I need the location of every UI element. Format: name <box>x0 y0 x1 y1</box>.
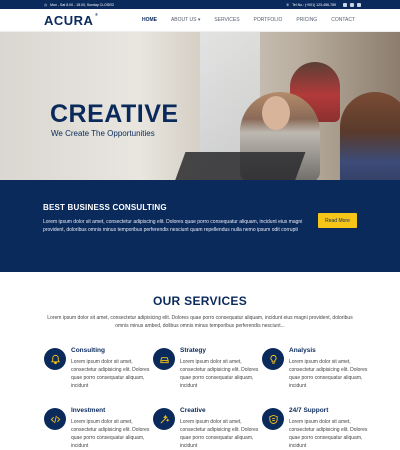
hero-photo-laptop <box>174 152 306 180</box>
nav-item-about-us[interactable]: ABOUT US ▾ <box>164 9 207 32</box>
lightbulb-icon <box>262 348 284 370</box>
logo-text: ACURA <box>44 12 94 28</box>
service-title: Investment <box>71 407 106 414</box>
code-icon <box>44 408 66 430</box>
service-text: Lorem ipsum dolor sit amet, consectetur … <box>289 419 368 449</box>
logo[interactable]: ACURA ® <box>44 12 98 28</box>
service-title: Strategy <box>180 347 207 354</box>
clock-icon: ◷ <box>44 2 48 7</box>
service-card-consulting[interactable]: Consulting Lorem ipsum dolor sit amet, c… <box>44 347 154 398</box>
hero-photo-face <box>262 96 290 130</box>
hero-photo-person-right <box>340 92 400 180</box>
service-card-investment[interactable]: Investment Lorem ipsum dolor sit amet, c… <box>44 407 154 450</box>
service-text: Lorem ipsum dolor sit amet, consectetur … <box>180 419 259 449</box>
read-more-button[interactable]: Read More <box>318 213 357 228</box>
service-title: 24/7 Support <box>289 407 329 414</box>
facebook-icon[interactable] <box>343 2 347 7</box>
service-text: Lorem ipsum dolor sit amet, consectetur … <box>71 359 150 389</box>
nav-item-services[interactable]: SERVICES <box>207 9 246 32</box>
service-text: Lorem ipsum dolor sit amet, consectetur … <box>289 359 368 389</box>
magic-wand-icon <box>153 408 175 430</box>
car-icon <box>153 348 175 370</box>
service-title: Analysis <box>289 347 316 354</box>
hours-info: ◷ Mon - Sat 8.00 - 18.00, Sunday CLOSED <box>44 3 114 7</box>
service-card-strategy[interactable]: Strategy Lorem ipsum dolor sit amet, con… <box>153 347 263 398</box>
band-title: BEST BUSINESS CONSULTING <box>43 203 167 212</box>
twitter-icon[interactable] <box>350 2 354 7</box>
nav-item-pricing[interactable]: PRICING <box>289 9 324 32</box>
bell-icon <box>44 348 66 370</box>
service-card-analysis[interactable]: Analysis Lorem ipsum dolor sit amet, con… <box>262 347 372 398</box>
nav-item-portfolio[interactable]: PORTFOLIO <box>247 9 290 32</box>
service-title: Consulting <box>71 347 105 354</box>
service-text: Lorem ipsum dolor sit amet, consectetur … <box>180 359 259 389</box>
phone-text: Tel No.: (+001) 123-456-789 <box>292 2 336 7</box>
service-card-creative[interactable]: Creative Lorem ipsum dolor sit amet, con… <box>153 407 263 450</box>
site-header: ACURA ® HOME ABOUT US ▾ SERVICES PORTFOLI… <box>0 9 400 32</box>
phone-icon: ✆ <box>286 2 290 7</box>
service-card-support[interactable]: 24/7 Support Lorem ipsum dolor sit amet,… <box>262 407 372 450</box>
consulting-band: BEST BUSINESS CONSULTING Lorem ipsum dol… <box>0 180 400 272</box>
services-intro: Lorem ipsum dolor sit amet, consectetur … <box>47 315 353 329</box>
social-links <box>343 2 361 7</box>
service-text: Lorem ipsum dolor sit amet, consectetur … <box>71 419 150 449</box>
band-text: Lorem ipsum dolor sit amet, consectetur … <box>43 219 303 233</box>
shield-icon <box>262 408 284 430</box>
contact-info: ✆ Tel No.: (+001) 123-456-789 <box>286 2 361 7</box>
nav-item-contact[interactable]: CONTACT <box>324 9 362 32</box>
hero-subtitle: We Create The Opportunities <box>51 129 155 138</box>
services-title: OUR SERVICES <box>152 294 248 308</box>
hero-title: CREATIVE <box>50 100 179 128</box>
main-nav: HOME ABOUT US ▾ SERVICES PORTFOLIO PRICI… <box>135 9 362 32</box>
hours-text: Mon - Sat 8.00 - 18.00, Sunday CLOSED <box>50 2 115 7</box>
service-title: Creative <box>180 407 206 414</box>
nav-item-home[interactable]: HOME <box>135 9 164 32</box>
logo-mark: ® <box>95 11 99 17</box>
linkedin-icon[interactable] <box>357 2 361 7</box>
